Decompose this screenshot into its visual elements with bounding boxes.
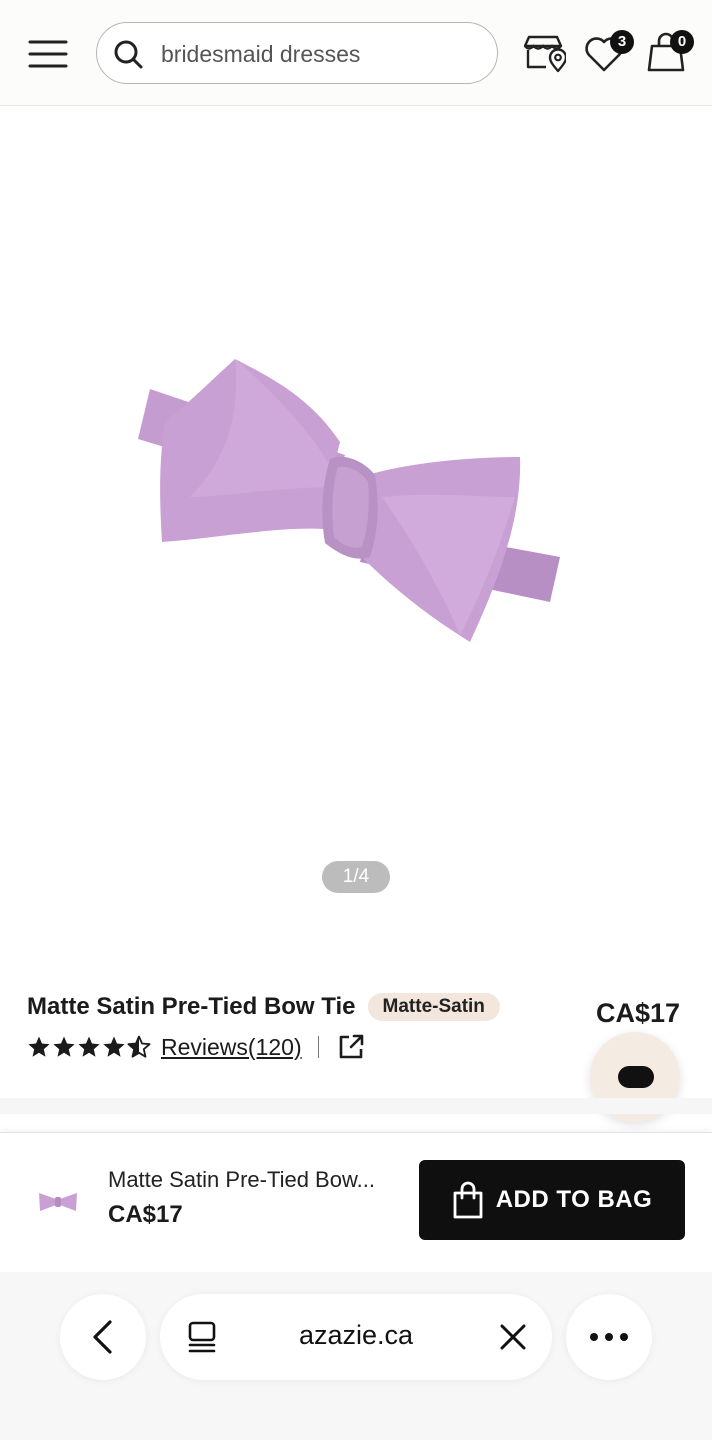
bag-count-badge: 0: [670, 30, 694, 54]
section-divider: [0, 1098, 712, 1114]
menu-icon[interactable]: [26, 34, 70, 74]
url-bar[interactable]: azazie.ca: [160, 1294, 552, 1380]
more-options-icon: [590, 1333, 628, 1341]
tabs-icon[interactable]: [186, 1320, 218, 1354]
url-text[interactable]: azazie.ca: [250, 1320, 462, 1351]
bow-tie-product-image: [138, 359, 560, 642]
chat-icon: [618, 1066, 654, 1088]
star-full-icon: [103, 1036, 125, 1057]
image-counter: 1/4: [322, 861, 390, 893]
sticky-product-price: CA$17: [108, 1201, 183, 1228]
close-icon[interactable]: [498, 1322, 528, 1352]
product-price: CA$17: [596, 998, 681, 1028]
browser-toolbar: azazie.ca: [0, 1272, 712, 1440]
search-icon: [114, 40, 143, 69]
search-input[interactable]: [161, 37, 481, 71]
add-to-bag-label: ADD TO BAG: [495, 1186, 653, 1213]
wishlist-count-badge: 3: [610, 30, 634, 54]
star-rating: [27, 1035, 151, 1059]
reviews-link[interactable]: Reviews(120): [161, 1034, 302, 1061]
store-locator-icon[interactable]: [524, 31, 566, 73]
search-bar[interactable]: [96, 22, 498, 84]
star-full-icon: [78, 1036, 100, 1057]
star-full-icon: [53, 1036, 75, 1057]
star-half-icon: [127, 1035, 151, 1058]
shopping-bag-icon: [453, 1181, 483, 1219]
share-icon[interactable]: [337, 1033, 365, 1061]
material-tag: Matte-Satin: [367, 993, 500, 1021]
product-image-gallery[interactable]: 1/4: [0, 107, 712, 947]
sticky-add-to-bag-bar: Matte Satin Pre-Tied Bow... CA$17 ADD TO…: [0, 1132, 712, 1272]
add-to-bag-button[interactable]: ADD TO BAG: [419, 1160, 685, 1240]
chevron-left-icon: [93, 1320, 112, 1354]
browser-more-button[interactable]: [566, 1294, 652, 1380]
site-header: 3 0: [0, 0, 712, 106]
product-title: Matte Satin Pre-Tied Bow Tie: [27, 993, 356, 1020]
rating-row: Reviews(120): [27, 1031, 365, 1063]
star-full-icon: [28, 1036, 50, 1057]
sticky-product-name: Matte Satin Pre-Tied Bow...: [108, 1167, 375, 1192]
divider: [317, 1036, 320, 1058]
product-title-row: Matte Satin Pre-Tied Bow Tie Matte-Satin: [27, 990, 500, 1024]
browser-back-button[interactable]: [60, 1294, 146, 1380]
product-thumbnail: [39, 1193, 77, 1211]
